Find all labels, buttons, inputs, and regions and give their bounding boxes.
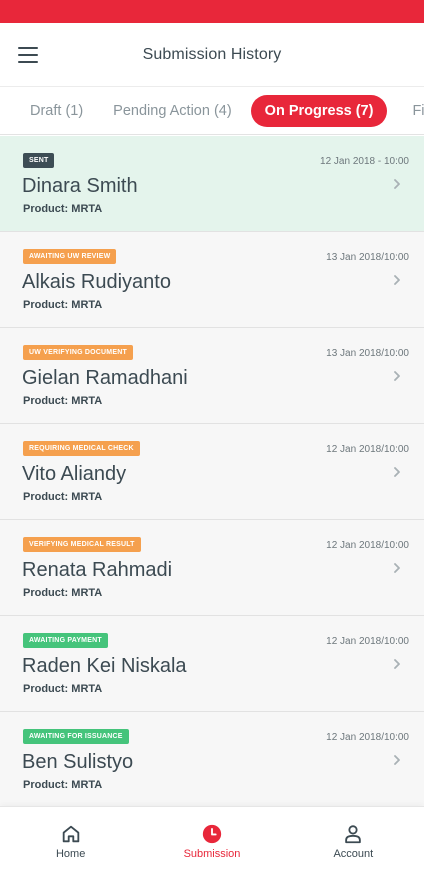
chevron-right-icon <box>394 755 400 765</box>
submission-date: 12 Jan 2018/10:00 <box>326 636 409 647</box>
user-icon <box>345 825 362 844</box>
submission-card[interactable]: UW VERIFYING DOCUMENT 13 Jan 2018/10:00 … <box>0 328 424 424</box>
submission-card[interactable]: SENT 12 Jan 2018 - 10:00 Dinara Smith Pr… <box>0 136 424 232</box>
page-title: Submission History <box>142 45 282 63</box>
nav-home[interactable]: Home <box>0 807 141 870</box>
submission-date: 12 Jan 2018 - 10:00 <box>320 156 409 167</box>
chevron-right-icon <box>394 179 400 189</box>
submission-card[interactable]: VERIFYING MEDICAL RESULT 12 Jan 2018/10:… <box>0 520 424 616</box>
submission-card[interactable]: REQUIRING MEDICAL CHECK 12 Jan 2018/10:0… <box>0 424 424 520</box>
tab-on-progress[interactable]: On Progress (7) <box>250 94 388 127</box>
status-badge: AWAITING FOR ISSUANCE <box>23 729 129 744</box>
nav-account[interactable]: Account <box>283 807 424 870</box>
status-badge: REQUIRING MEDICAL CHECK <box>23 441 140 456</box>
clock-icon <box>202 824 222 844</box>
product-label: Product: MRTA <box>23 299 103 311</box>
product-label: Product: MRTA <box>23 587 103 599</box>
applicant-name: Dinara Smith <box>22 175 138 197</box>
nav-submission[interactable]: Submission <box>141 807 282 870</box>
applicant-name: Renata Rahmadi <box>22 559 173 581</box>
submission-card[interactable]: AWAITING PAYMENT 12 Jan 2018/10:00 Raden… <box>0 616 424 712</box>
nav-home-label: Home <box>55 848 86 860</box>
status-bar <box>0 0 424 23</box>
status-badge: SENT <box>23 153 55 168</box>
submission-date: 12 Jan 2018/10:00 <box>326 732 409 743</box>
status-badge: AWAITING UW REVIEW <box>23 249 117 264</box>
chevron-right-icon <box>394 275 400 285</box>
submission-date: 13 Jan 2018/10:00 <box>326 348 409 359</box>
home-icon <box>62 825 79 843</box>
status-badge: VERIFYING MEDICAL RESULT <box>23 537 141 552</box>
nav-account-label: Account <box>333 848 374 860</box>
product-label: Product: MRTA <box>23 683 103 695</box>
submission-date: 12 Jan 2018/10:00 <box>326 540 409 551</box>
status-badge: UW VERIFYING DOCUMENT <box>23 345 133 360</box>
submission-date: 12 Jan 2018/10:00 <box>326 444 409 455</box>
nav-submission-label: Submission <box>183 848 241 860</box>
chevron-right-icon <box>394 467 400 477</box>
tab-finished[interactable]: Finis <box>397 95 424 127</box>
tab-pending-action[interactable]: Pending Action (4) <box>98 95 247 127</box>
submission-card[interactable]: AWAITING FOR ISSUANCE 12 Jan 2018/10:00 … <box>0 712 424 806</box>
status-badge: AWAITING PAYMENT <box>23 633 108 648</box>
applicant-name: Alkais Rudiyanto <box>22 271 171 293</box>
hamburger-menu-icon[interactable] <box>18 47 38 63</box>
submission-card[interactable]: AWAITING UW REVIEW 13 Jan 2018/10:00 Alk… <box>0 232 424 328</box>
applicant-name: Ben Sulistyo <box>22 751 134 773</box>
status-tabs: Draft (1) Pending Action (4) On Progress… <box>0 87 424 135</box>
applicant-name: Raden Kei Niskala <box>22 655 187 677</box>
submission-date: 13 Jan 2018/10:00 <box>326 252 409 263</box>
bottom-navigation: Home Submission Account <box>0 806 424 870</box>
product-label: Product: MRTA <box>23 491 103 503</box>
product-label: Product: MRTA <box>23 395 103 407</box>
product-label: Product: MRTA <box>23 203 103 215</box>
app-header: Submission History <box>0 23 424 87</box>
chevron-right-icon <box>394 371 400 381</box>
applicant-name: Vito Aliandy <box>22 463 127 485</box>
chevron-right-icon <box>394 563 400 573</box>
submission-list: SENT 12 Jan 2018 - 10:00 Dinara Smith Pr… <box>0 136 424 806</box>
chevron-right-icon <box>394 659 400 669</box>
tab-draft[interactable]: Draft (1) <box>15 95 98 127</box>
applicant-name: Gielan Ramadhani <box>22 367 188 389</box>
product-label: Product: MRTA <box>23 779 103 791</box>
